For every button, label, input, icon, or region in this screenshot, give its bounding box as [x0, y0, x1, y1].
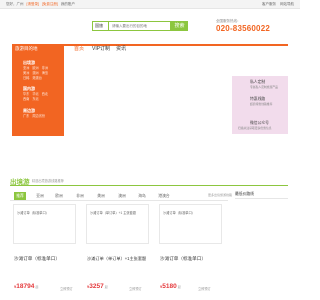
- book-button[interactable]: 立即预订: [198, 286, 211, 291]
- panel-item-sub: 超值特惠线路推荐: [250, 102, 273, 106]
- section-subtitle: 精选出境旅游线路推荐: [32, 179, 64, 183]
- more-link[interactable]: 更多出境旅游线路: [208, 193, 232, 198]
- cheapest-routes-divider: [235, 198, 288, 199]
- search-type-select[interactable]: 国旅: [92, 21, 108, 31]
- sidebar-link[interactable]: 非洲: [42, 66, 48, 70]
- product-image[interactable]: 沙滩订单（标准单口）: [13, 204, 76, 244]
- nav-news[interactable]: 资讯: [116, 46, 126, 53]
- sidebar-link[interactable]: 西北: [42, 92, 48, 96]
- product-name[interactable]: 沙滩订单（标准单口）: [14, 256, 60, 262]
- sidebar-link[interactable]: 亚洲: [23, 66, 29, 70]
- customer-service-link[interactable]: 客户服务: [262, 2, 276, 6]
- price-value: 18794: [16, 283, 35, 290]
- sidebar-group-outbound[interactable]: 出境游 亚洲 欧洲 非洲 美洲 澳洲 海岛 日韩 港澳台: [23, 60, 51, 81]
- my-account-link[interactable]: 我的账户: [61, 2, 75, 6]
- product-price: ¥3257起: [87, 283, 108, 290]
- panel-item-custom[interactable]: 私人定制 专属私人定制旅游产品: [250, 80, 278, 89]
- price-value: 3257: [89, 283, 104, 290]
- top-bar-right: 客户服务 网站导航: [262, 2, 294, 7]
- nav-home[interactable]: 首页: [74, 46, 84, 53]
- search-button[interactable]: 搜索: [171, 21, 188, 31]
- sidebar-group-domestic[interactable]: 国内游 华东 华北 西北 西南 东北: [23, 86, 51, 102]
- tab-island[interactable]: 海岛: [136, 192, 148, 200]
- product-price: ¥5180起: [160, 283, 181, 290]
- product-image-caption: 沙滩订单（标准单口）: [163, 211, 195, 215]
- panel-item-sub: 专属私人定制旅游产品: [250, 85, 278, 89]
- sidebar-link[interactable]: 周边省份: [32, 114, 45, 118]
- sidebar-link[interactable]: 华东: [23, 92, 29, 96]
- login-link[interactable]: [请登录]: [26, 2, 38, 6]
- sidebar-link[interactable]: 西南: [23, 97, 29, 101]
- category-title[interactable]: 旅游目的地: [12, 44, 64, 54]
- welcome-text: 您好，广州: [6, 2, 24, 6]
- register-link[interactable]: [免费注册]: [42, 2, 58, 6]
- top-bar: 您好，广州 [请登录] [免费注册] 我的账户 客户服务 网站导航: [0, 0, 300, 9]
- nav-vip[interactable]: VIP订制: [92, 46, 110, 53]
- product-price: ¥18794起: [14, 283, 38, 290]
- panel-item-wechat[interactable]: 微信公众号 扫描关注获取更多优惠信息: [238, 121, 272, 130]
- tab-recommend[interactable]: 推荐: [14, 192, 26, 200]
- book-button[interactable]: 立即预订: [60, 286, 73, 291]
- sidebar-link[interactable]: 海岛: [42, 71, 48, 75]
- sidebar-link[interactable]: 广东: [23, 114, 29, 118]
- service-panel: 私人定制 专属私人定制旅游产品 特惠线路 超值特惠线路推荐 微信公众号 扫描关注…: [232, 76, 288, 134]
- product-name[interactable]: 沙滩订单（单订单）+1主张套题: [87, 256, 146, 262]
- cheapest-routes-title: 最低价路线: [235, 192, 254, 196]
- tabs-divider: [10, 200, 228, 201]
- section-divider: [10, 185, 288, 186]
- sidebar-link[interactable]: 日韩: [23, 76, 29, 80]
- sidebar-link[interactable]: 澳洲: [32, 71, 38, 75]
- hotline-number: 020-83560022: [216, 24, 271, 33]
- category-sidebar: 出境游 亚洲 欧洲 非洲 美洲 澳洲 海岛 日韩 港澳台 国内游 华东 华北 西北 西南 东北 …: [12, 54, 64, 136]
- product-image-caption: 沙滩订单（标准单口）: [17, 211, 49, 215]
- site-nav-link[interactable]: 网站导航: [280, 2, 294, 6]
- sidebar-link[interactable]: 港澳台: [32, 76, 42, 80]
- panel-item-deals[interactable]: 特惠线路 超值特惠线路推荐: [250, 97, 272, 106]
- sidebar-link[interactable]: 美洲: [23, 71, 29, 75]
- product-name[interactable]: 沙滩订单（标准单口）: [160, 256, 206, 262]
- price-suffix: 起: [104, 285, 108, 289]
- sidebar-link[interactable]: 华北: [32, 92, 38, 96]
- tab-america[interactable]: 美洲: [95, 192, 107, 200]
- sidebar-group-nearby[interactable]: 周边游 广东 周边省份: [23, 108, 48, 119]
- price-suffix: 起: [35, 285, 39, 289]
- price-suffix: 起: [177, 285, 181, 289]
- search-type-label: 国旅: [95, 23, 103, 28]
- tab-europe[interactable]: 欧洲: [53, 192, 65, 200]
- tab-africa[interactable]: 非洲: [74, 192, 86, 200]
- search-input[interactable]: [108, 21, 171, 31]
- panel-item-sub: 扫描关注获取更多优惠信息: [238, 126, 272, 130]
- product-image[interactable]: 沙滩订单（标准单口）: [159, 204, 222, 244]
- tab-asia[interactable]: 亚洲: [34, 192, 46, 200]
- tab-oceania[interactable]: 澳洲: [116, 192, 128, 200]
- sidebar-link[interactable]: 东北: [32, 97, 38, 101]
- sidebar-link[interactable]: 欧洲: [32, 66, 38, 70]
- product-image-caption: 沙滩订单（单订单）+1 主张套题: [90, 211, 136, 215]
- product-image[interactable]: 沙滩订单（单订单）+1 主张套题: [86, 204, 149, 244]
- book-button[interactable]: 立即预订: [129, 286, 142, 291]
- price-value: 5180: [162, 283, 177, 290]
- top-bar-left: 您好，广州 [请登录] [免费注册] 我的账户: [6, 2, 75, 7]
- tab-hk-macao-tw[interactable]: 港澳台: [156, 192, 172, 200]
